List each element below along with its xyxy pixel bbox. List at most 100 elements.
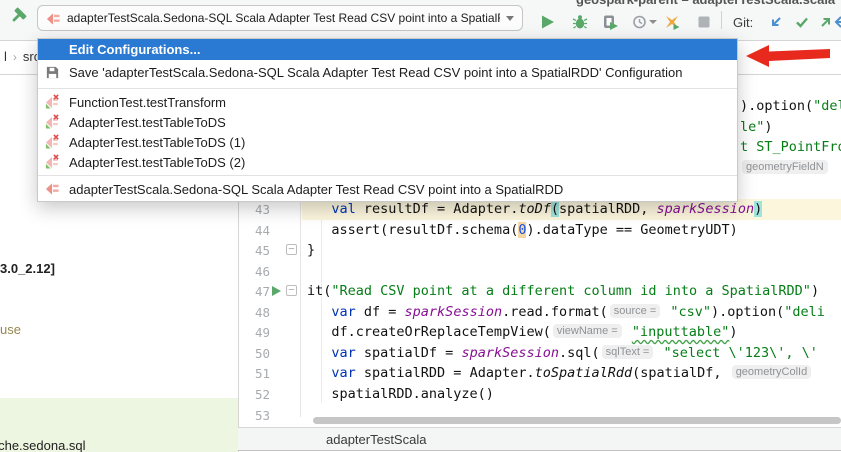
annotation-arrow-icon bbox=[742, 42, 836, 72]
code-token: spatialRDD = Adapter. bbox=[364, 365, 535, 381]
breadcrumb[interactable]: l › src bbox=[4, 49, 40, 64]
build-hammer-icon[interactable] bbox=[9, 7, 27, 25]
code-text: var spatialRDD = Adapter.toSpatialRdd(sp… bbox=[307, 363, 813, 384]
inlay-hint: sqlText = bbox=[602, 345, 654, 359]
git-extra-icon[interactable] bbox=[833, 14, 841, 30]
breadcrumb-segment[interactable]: l bbox=[4, 49, 7, 64]
code-token: spatialRDD, bbox=[559, 201, 657, 217]
menu-item-label: adapterTestScala.Sedona-SQL Scala Adapte… bbox=[69, 182, 563, 197]
project-tree-item[interactable]: use bbox=[0, 322, 21, 337]
line-number: 50 bbox=[246, 343, 270, 364]
code-text: val resultDf = Adapter.toDf(spatialRDD, … bbox=[307, 199, 762, 220]
code-token: le" bbox=[740, 119, 764, 135]
code-fragment: t ST_PointFro bbox=[740, 137, 841, 158]
gutter: – bbox=[272, 240, 306, 261]
code-token: sparkSession bbox=[405, 304, 503, 320]
git-push-icon[interactable] bbox=[818, 14, 834, 30]
code-token: "Read CSV point at a different column id… bbox=[331, 283, 811, 299]
gutter bbox=[272, 302, 306, 323]
code-token: t ST_PointFro bbox=[740, 139, 841, 155]
git-label: Git: bbox=[733, 15, 753, 30]
debug-icon[interactable] bbox=[572, 14, 588, 30]
menu-item[interactable]: AdapterTest.testTableToDS bbox=[38, 112, 737, 132]
code-token: "deli bbox=[784, 304, 825, 320]
menu-item-label: AdapterTest.testTableToDS (2) bbox=[69, 155, 245, 170]
menu-item[interactable]: AdapterTest.testTableToDS (1) bbox=[38, 132, 737, 152]
menu-item[interactable]: AdapterTest.testTableToDS (2) bbox=[38, 152, 737, 172]
code-token bbox=[624, 324, 632, 340]
gutter bbox=[272, 384, 306, 405]
menu-item[interactable]: Save 'adapterTestScala.Sedona-SQL Scala … bbox=[38, 60, 737, 85]
code-token bbox=[307, 365, 331, 381]
run-config-combo[interactable]: adapterTestScala.Sedona-SQL Scala Adapte… bbox=[37, 5, 523, 31]
code-token: sparkSession bbox=[461, 345, 559, 361]
code-text: var df = sparkSession.read.format(source… bbox=[307, 302, 825, 323]
code-text: df.createOrReplaceTempView(viewName = "i… bbox=[307, 322, 738, 343]
code-text: assert(resultDf.schema(0).dataType == Ge… bbox=[307, 220, 738, 241]
combo-caret-icon bbox=[506, 16, 514, 21]
line-number: 49 bbox=[246, 322, 270, 343]
code-token: toDf bbox=[518, 201, 551, 217]
menu-item[interactable]: adapterTestScala.Sedona-SQL Scala Adapte… bbox=[38, 179, 737, 199]
code-line[interactable]: 48 var df = sparkSession.read.format(sou… bbox=[246, 302, 841, 323]
project-tree-selected-row[interactable]: org.apache.sedona.sql bbox=[0, 398, 238, 452]
line-number: 51 bbox=[246, 363, 270, 384]
code-line[interactable]: 51 var spatialRDD = Adapter.toSpatialRdd… bbox=[246, 363, 841, 384]
stop-icon[interactable] bbox=[696, 14, 712, 30]
code-fragment: ).option("deli bbox=[740, 96, 841, 117]
profiler-caret-icon[interactable] bbox=[649, 20, 657, 24]
services-icon[interactable] bbox=[664, 14, 680, 30]
profiler-icon[interactable] bbox=[632, 14, 648, 30]
line-number: 47 bbox=[246, 281, 270, 302]
code-token: .sql( bbox=[559, 345, 600, 361]
scalatest-failed-icon bbox=[45, 134, 61, 150]
menu-item[interactable]: Edit Configurations... bbox=[38, 39, 737, 60]
menu-item-label: Edit Configurations... bbox=[69, 42, 200, 57]
bottom-breadcrumb-label[interactable]: adapterTestScala bbox=[326, 432, 426, 447]
bottom-breadcrumb-bar: adapterTestScala bbox=[238, 427, 841, 451]
code-token: spatialRDD.analyze() bbox=[307, 386, 494, 402]
menu-separator bbox=[38, 88, 737, 89]
code-line[interactable]: 44 assert(resultDf.schema(0).dataType ==… bbox=[246, 220, 841, 241]
git-commit-icon[interactable] bbox=[794, 14, 810, 30]
project-tree-item[interactable]: 3.0_2.12] bbox=[0, 261, 55, 276]
run-test-gutter-icon[interactable] bbox=[272, 286, 281, 296]
scalatest-icon bbox=[45, 181, 61, 197]
fold-icon[interactable]: – bbox=[286, 244, 297, 255]
inlay-hint: geometryFieldN bbox=[742, 160, 828, 174]
code-token: sparkSession bbox=[657, 201, 755, 217]
code-token bbox=[655, 345, 663, 361]
run-config-label: adapterTestScala.Sedona-SQL Scala Adapte… bbox=[67, 11, 500, 25]
code-fragment: le") bbox=[740, 117, 773, 138]
code-text: } bbox=[307, 240, 315, 261]
code-line[interactable]: 52 spatialRDD.analyze() bbox=[246, 384, 841, 405]
code-token bbox=[307, 304, 331, 320]
code-line[interactable]: 49 df.createOrReplaceTempView(viewName =… bbox=[246, 322, 841, 343]
code-line[interactable]: 46 bbox=[246, 261, 841, 282]
fold-icon[interactable]: – bbox=[286, 285, 297, 296]
chevron-right-icon: › bbox=[13, 50, 17, 64]
line-number: 43 bbox=[246, 199, 270, 220]
inlay-hint: geometryColId bbox=[732, 365, 812, 379]
coverage-icon[interactable] bbox=[602, 14, 618, 30]
code-text: spatialRDD.analyze() bbox=[307, 384, 494, 405]
git-update-icon[interactable] bbox=[768, 14, 784, 30]
menu-item-label: AdapterTest.testTableToDS (1) bbox=[69, 135, 245, 150]
code-token bbox=[307, 345, 331, 361]
code-line[interactable]: 47–it("Read CSV point at a different col… bbox=[246, 281, 841, 302]
code-token: "csv" bbox=[670, 304, 711, 320]
menu-item[interactable]: FunctionTest.testTransform bbox=[38, 92, 737, 112]
code-token: ).option( bbox=[711, 304, 784, 320]
menu-item-label: AdapterTest.testTableToDS bbox=[69, 115, 226, 130]
main-toolbar: geospark-parent – adapterTestScala.scala… bbox=[0, 0, 841, 40]
code-line[interactable]: 50 var spatialDf = sparkSession.sql(sqlT… bbox=[246, 343, 841, 364]
code-token: val bbox=[331, 201, 364, 217]
code-line[interactable]: 45–} bbox=[246, 240, 841, 261]
code-line[interactable]: 43 val resultDf = Adapter.toDf(spatialRD… bbox=[246, 199, 841, 220]
code-token: ) bbox=[754, 201, 762, 217]
gutter bbox=[272, 405, 306, 426]
code-token: df.createOrReplaceTempView( bbox=[307, 324, 551, 340]
horizontal-scrollbar[interactable] bbox=[313, 417, 841, 424]
run-icon[interactable] bbox=[540, 14, 556, 30]
code-token: resultDf = Adapter. bbox=[364, 201, 518, 217]
